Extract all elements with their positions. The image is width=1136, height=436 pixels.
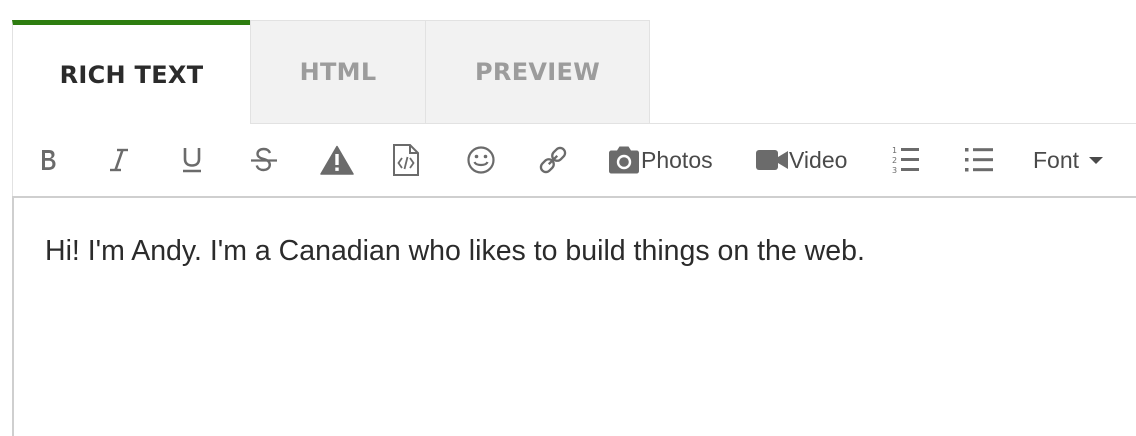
font-dropdown[interactable]: Font [1033, 124, 1113, 196]
strikethrough-icon [251, 147, 277, 172]
underline-icon [183, 148, 201, 173]
font-dropdown-label: Font [1033, 146, 1080, 173]
unordered-list-icon [965, 148, 993, 172]
svg-text:1: 1 [892, 146, 897, 155]
video-camera-icon [756, 150, 788, 170]
formatting-toolbar: Photos Video 1 2 3 Font [12, 124, 1136, 196]
svg-text:2: 2 [892, 156, 897, 165]
warning-button[interactable] [319, 124, 355, 196]
code-button[interactable] [391, 124, 421, 196]
smiley-icon [467, 146, 495, 174]
bold-icon [42, 150, 56, 170]
video-button[interactable]: Video [755, 124, 855, 196]
tab-preview[interactable]: PREVIEW [426, 20, 650, 124]
unordered-list-button[interactable] [963, 124, 995, 196]
editor-content-area[interactable]: Hi! I'm Andy. I'm a Canadian who likes t… [12, 196, 1136, 436]
camera-icon [609, 146, 639, 174]
caret-down-icon [1089, 157, 1104, 164]
ordered-list-button[interactable]: 1 2 3 [891, 124, 921, 196]
underline-button[interactable] [179, 124, 205, 196]
photos-button[interactable]: Photos [607, 124, 719, 196]
editor-tabs: RICH TEXT HTML PREVIEW [12, 20, 650, 124]
tab-rich-text[interactable]: RICH TEXT [12, 20, 250, 124]
code-file-icon [393, 144, 419, 176]
italic-button[interactable] [105, 124, 133, 196]
tab-html[interactable]: HTML [250, 20, 426, 124]
photos-label: Photos [641, 146, 713, 173]
warning-icon [320, 145, 354, 175]
ordered-list-icon: 1 2 3 [892, 146, 919, 175]
rich-text-editor: RICH TEXT HTML PREVIEW Photos Video 1 2 … [0, 0, 1136, 436]
link-icon [539, 146, 567, 174]
svg-text:3: 3 [892, 166, 897, 175]
strikethrough-button[interactable] [249, 124, 279, 196]
bold-button[interactable] [35, 124, 61, 196]
video-label: Video [789, 146, 848, 173]
italic-icon [110, 148, 128, 172]
emoji-button[interactable] [465, 124, 497, 196]
link-button[interactable] [537, 124, 569, 196]
editor-content-text: Hi! I'm Andy. I'm a Canadian who likes t… [45, 235, 865, 267]
